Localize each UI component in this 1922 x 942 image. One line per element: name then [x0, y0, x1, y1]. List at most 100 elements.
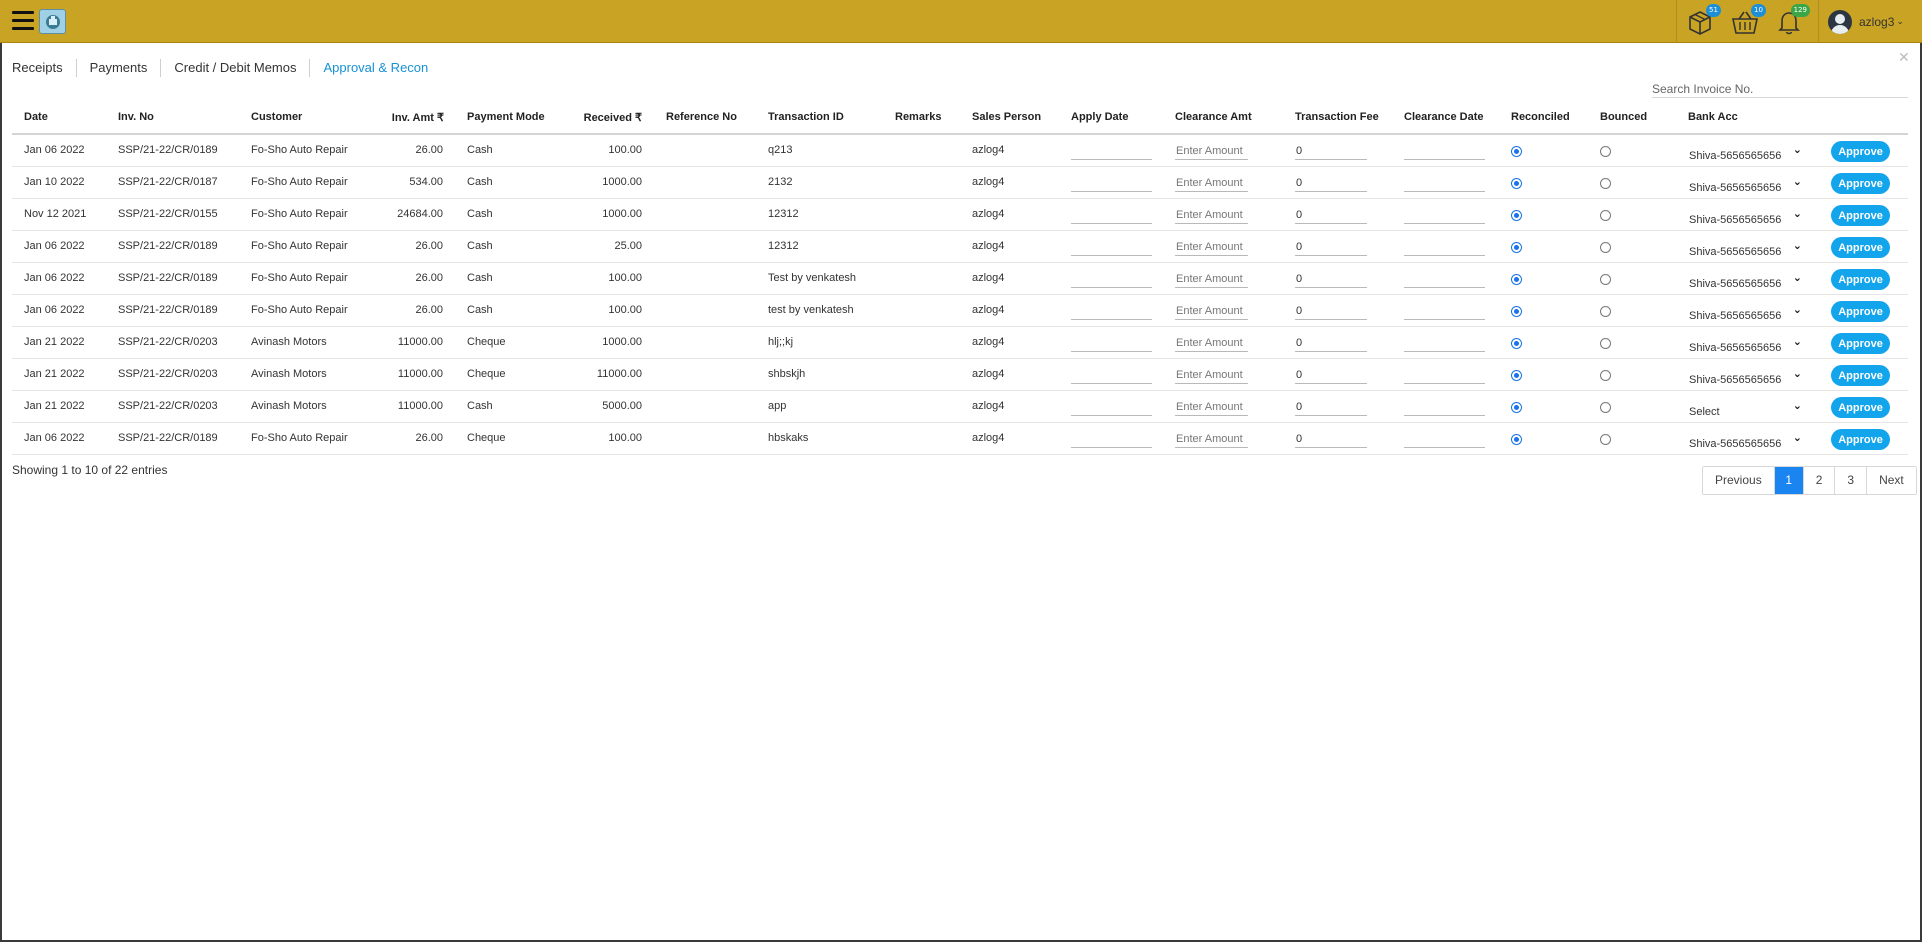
column-header-clearance-amt[interactable]: Clearance Amt: [1175, 111, 1252, 123]
approve-button[interactable]: Approve: [1831, 429, 1890, 450]
column-header-reconciled[interactable]: Reconciled: [1511, 111, 1570, 123]
clearance-date-input[interactable]: [1404, 430, 1485, 448]
company-logo[interactable]: [39, 9, 66, 34]
clearance-date-input[interactable]: [1404, 334, 1485, 352]
clearance-date-input[interactable]: [1404, 270, 1485, 288]
approve-button[interactable]: Approve: [1831, 269, 1890, 290]
approve-button[interactable]: Approve: [1831, 205, 1890, 226]
pagination-page-1[interactable]: 1: [1773, 467, 1803, 494]
clearance-amount-input[interactable]: [1175, 142, 1248, 160]
clearance-date-input[interactable]: [1404, 206, 1485, 224]
approve-button[interactable]: Approve: [1831, 397, 1890, 418]
column-header-transaction-fee[interactable]: Transaction Fee: [1295, 111, 1379, 123]
tab-credit-debit-memos[interactable]: Credit / Debit Memos: [160, 59, 309, 77]
column-header-payment-mode[interactable]: Payment Mode: [467, 111, 545, 123]
approve-button[interactable]: Approve: [1831, 333, 1890, 354]
clearance-date-input[interactable]: [1404, 302, 1485, 320]
reconciled-radio[interactable]: [1511, 434, 1522, 445]
pagination-previous[interactable]: Previous: [1703, 467, 1774, 494]
clearance-date-input[interactable]: [1404, 366, 1485, 384]
column-header-sales-person[interactable]: Sales Person: [972, 111, 1041, 123]
column-header-received[interactable]: Received ₹: [572, 111, 642, 124]
bank-account-select[interactable]: Shiva-5656565656 ⌄: [1689, 431, 1802, 450]
bank-account-select[interactable]: Shiva-5656565656 ⌄: [1689, 271, 1802, 290]
clearance-amount-input[interactable]: [1175, 302, 1248, 320]
transaction-fee-input[interactable]: [1295, 398, 1367, 416]
bank-account-select[interactable]: Shiva-5656565656 ⌄: [1689, 175, 1802, 194]
apply-date-input[interactable]: [1071, 430, 1152, 448]
apply-date-input[interactable]: [1071, 142, 1152, 160]
bounced-radio[interactable]: [1600, 370, 1611, 381]
bank-account-select[interactable]: Shiva-5656565656 ⌄: [1689, 335, 1802, 354]
transaction-fee-input[interactable]: [1295, 238, 1367, 256]
bounced-radio[interactable]: [1600, 178, 1611, 189]
bounced-radio[interactable]: [1600, 338, 1611, 349]
transaction-fee-input[interactable]: [1295, 334, 1367, 352]
orders-box-icon[interactable]: 51: [1685, 4, 1721, 36]
tab-approval-recon[interactable]: Approval & Recon: [309, 59, 441, 77]
bounced-radio[interactable]: [1600, 274, 1611, 285]
reconciled-radio[interactable]: [1511, 370, 1522, 381]
approve-button[interactable]: Approve: [1831, 141, 1890, 162]
apply-date-input[interactable]: [1071, 398, 1152, 416]
clearance-date-input[interactable]: [1404, 238, 1485, 256]
bounced-radio[interactable]: [1600, 242, 1611, 253]
column-header-remarks[interactable]: Remarks: [895, 111, 941, 123]
column-header-transaction-id[interactable]: Transaction ID: [768, 111, 844, 123]
clearance-amount-input[interactable]: [1175, 206, 1248, 224]
apply-date-input[interactable]: [1071, 366, 1152, 384]
pagination-page-2[interactable]: 2: [1802, 467, 1835, 494]
clearance-amount-input[interactable]: [1175, 430, 1248, 448]
clearance-date-input[interactable]: [1404, 398, 1485, 416]
approve-button[interactable]: Approve: [1831, 365, 1890, 386]
search-invoice-input[interactable]: [1652, 80, 1908, 98]
clearance-date-input[interactable]: [1404, 142, 1485, 160]
reconciled-radio[interactable]: [1511, 338, 1522, 349]
bank-account-select[interactable]: Shiva-5656565656 ⌄: [1689, 367, 1802, 386]
bounced-radio[interactable]: [1600, 434, 1611, 445]
reconciled-radio[interactable]: [1511, 306, 1522, 317]
column-header-inv-no[interactable]: Inv. No: [118, 111, 154, 123]
bounced-radio[interactable]: [1600, 146, 1611, 157]
clearance-date-input[interactable]: [1404, 174, 1485, 192]
transaction-fee-input[interactable]: [1295, 366, 1367, 384]
bank-account-select[interactable]: Select ⌄: [1689, 399, 1802, 418]
reconciled-radio[interactable]: [1511, 146, 1522, 157]
apply-date-input[interactable]: [1071, 174, 1152, 192]
reconciled-radio[interactable]: [1511, 210, 1522, 221]
bounced-radio[interactable]: [1600, 210, 1611, 221]
apply-date-input[interactable]: [1071, 334, 1152, 352]
user-menu[interactable]: azlog3 ⌄: [1828, 9, 1904, 35]
transaction-fee-input[interactable]: [1295, 142, 1367, 160]
transaction-fee-input[interactable]: [1295, 430, 1367, 448]
bank-account-select[interactable]: Shiva-5656565656 ⌄: [1689, 239, 1802, 258]
reconciled-radio[interactable]: [1511, 242, 1522, 253]
transaction-fee-input[interactable]: [1295, 174, 1367, 192]
clearance-amount-input[interactable]: [1175, 238, 1248, 256]
bank-account-select[interactable]: Shiva-5656565656 ⌄: [1689, 207, 1802, 226]
bank-account-select[interactable]: Shiva-5656565656 ⌄: [1689, 303, 1802, 322]
clearance-amount-input[interactable]: [1175, 270, 1248, 288]
clearance-amount-input[interactable]: [1175, 334, 1248, 352]
reconciled-radio[interactable]: [1511, 402, 1522, 413]
bank-account-select[interactable]: Shiva-5656565656 ⌄: [1689, 143, 1802, 162]
transaction-fee-input[interactable]: [1295, 270, 1367, 288]
transaction-fee-input[interactable]: [1295, 302, 1367, 320]
column-header-bank-acc[interactable]: Bank Acc: [1688, 111, 1738, 123]
column-header-inv-amt[interactable]: Inv. Amt ₹: [372, 111, 444, 124]
apply-date-input[interactable]: [1071, 206, 1152, 224]
column-header-reference-no[interactable]: Reference No: [666, 111, 737, 123]
notification-bell-icon[interactable]: 129: [1774, 4, 1810, 36]
reconciled-radio[interactable]: [1511, 274, 1522, 285]
cart-basket-icon[interactable]: 10: [1730, 4, 1766, 36]
clearance-amount-input[interactable]: [1175, 174, 1248, 192]
clearance-amount-input[interactable]: [1175, 398, 1248, 416]
hamburger-menu-icon[interactable]: [12, 11, 34, 31]
approve-button[interactable]: Approve: [1831, 237, 1890, 258]
close-icon[interactable]: ✕: [1898, 50, 1910, 66]
apply-date-input[interactable]: [1071, 238, 1152, 256]
pagination-next[interactable]: Next: [1866, 467, 1916, 494]
apply-date-input[interactable]: [1071, 302, 1152, 320]
reconciled-radio[interactable]: [1511, 178, 1522, 189]
approve-button[interactable]: Approve: [1831, 173, 1890, 194]
